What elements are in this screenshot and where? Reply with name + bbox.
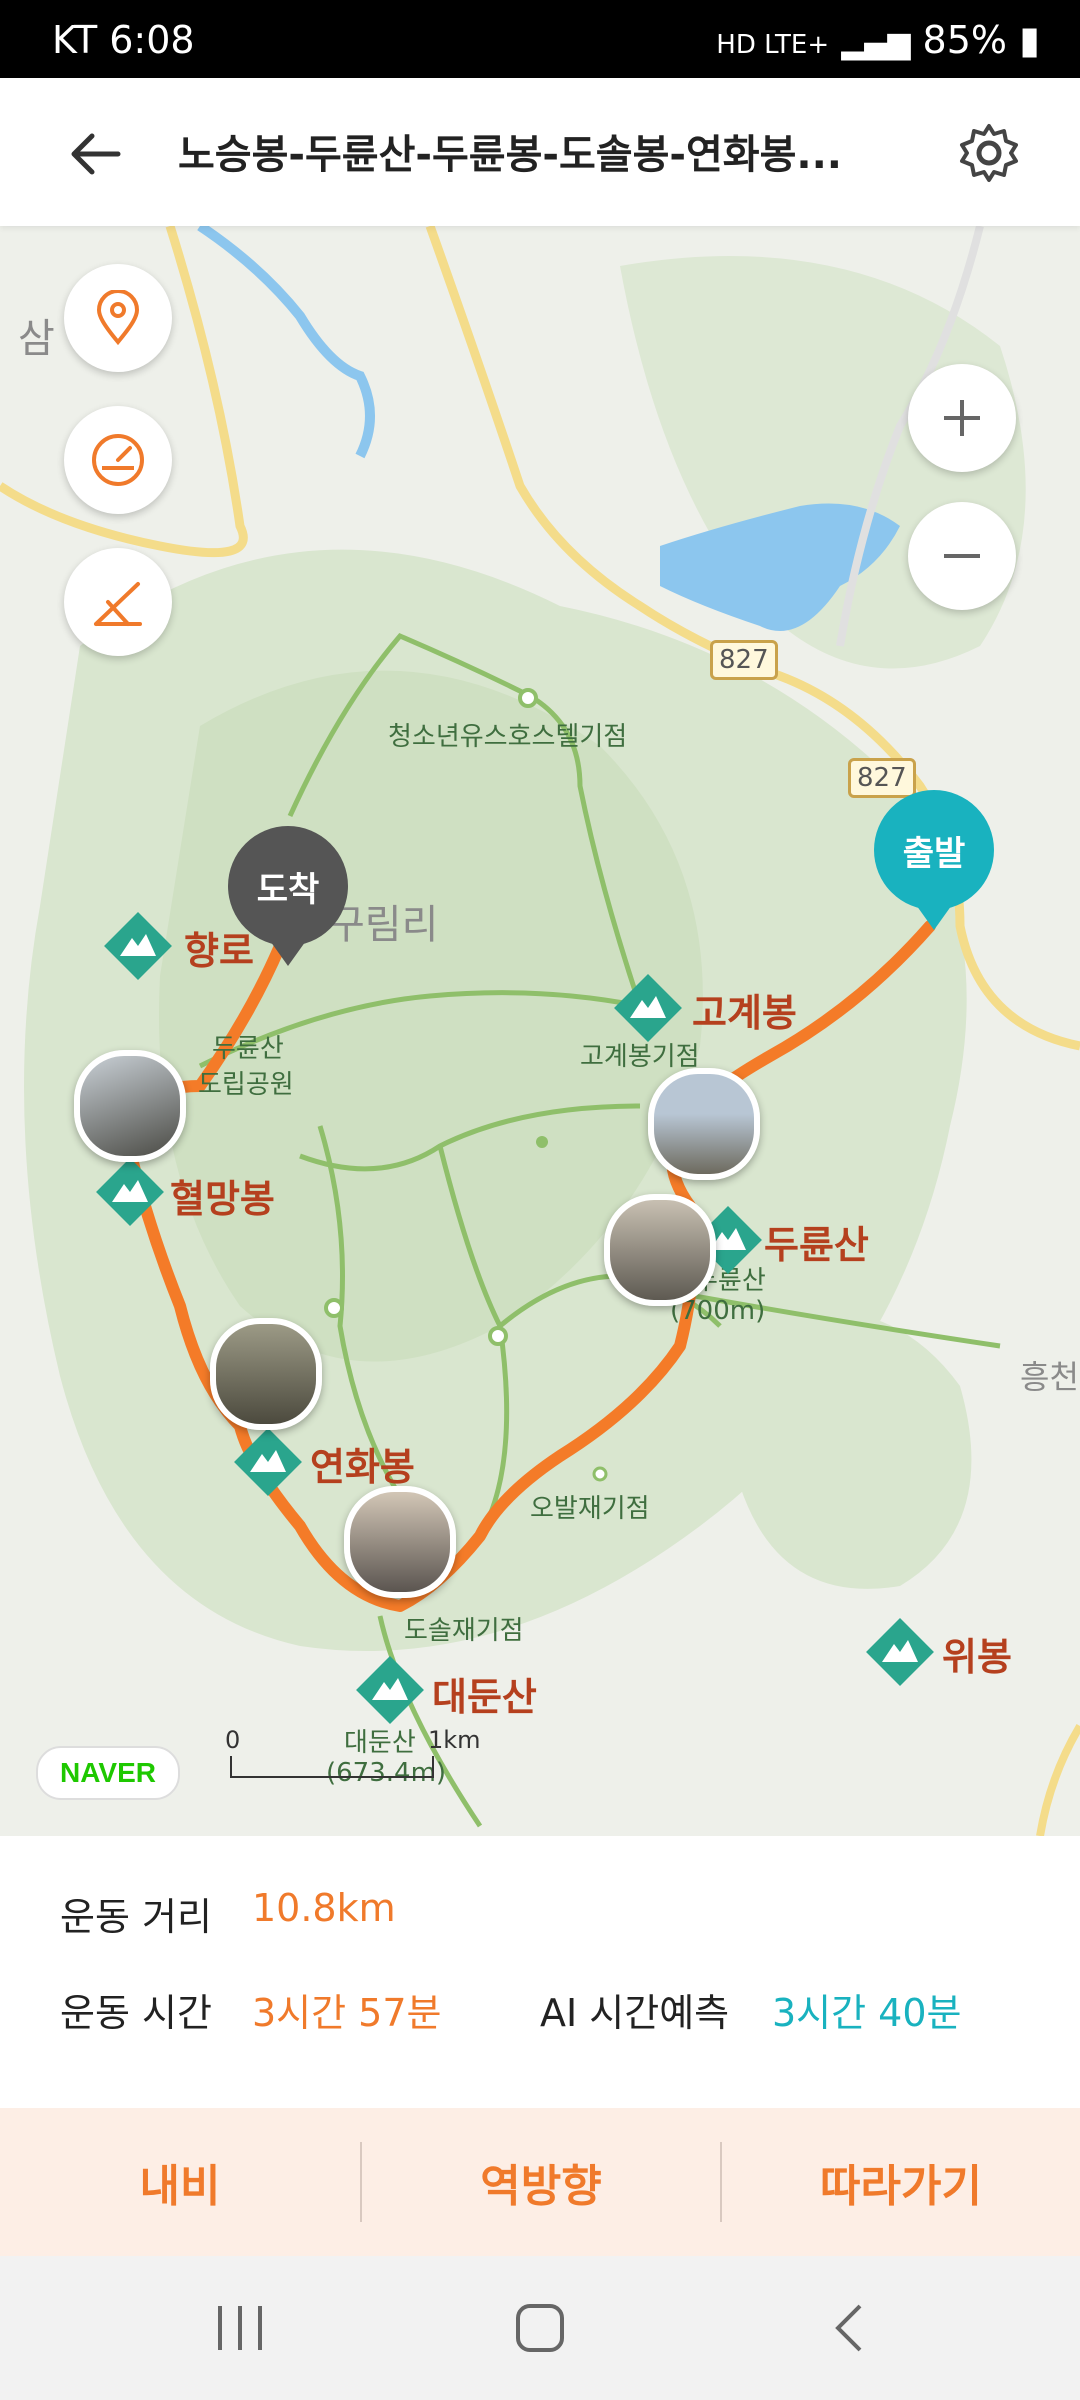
end-pin-label: 도착 (228, 826, 348, 946)
elevation-button[interactable] (64, 548, 172, 656)
start-pin[interactable]: 출발 (874, 790, 994, 932)
scale-zero: 0 (225, 1726, 241, 1754)
gear-icon[interactable] (958, 122, 1020, 184)
location-pin-icon (96, 290, 140, 346)
trail-photo-thumbnail[interactable] (604, 1194, 716, 1306)
home-icon[interactable] (510, 2300, 570, 2356)
trailhead-label: 도솔재기점 (404, 1616, 524, 1646)
back-icon[interactable] (820, 2300, 880, 2356)
app-header: 노승봉-두륜산-두륜봉-도솔봉-연화봉... (0, 78, 1080, 226)
time-label: 운동 시간 (60, 1991, 212, 2035)
park-label: 도립공원 (198, 1070, 294, 1100)
speedometer-icon (92, 434, 144, 486)
network-indicator: HD LTE+ (716, 30, 830, 60)
end-pin[interactable]: 도착 (228, 826, 348, 968)
battery-icon: ▮ (1019, 18, 1040, 62)
zoom-in-button[interactable] (908, 364, 1016, 472)
ai-estimate-label: AI 시간예측 (540, 1991, 730, 2035)
battery-text: 85% (922, 18, 1007, 62)
peak-sublabel: 대둔산 (344, 1728, 416, 1758)
pin-tail-icon (268, 938, 308, 966)
park-label: 두륜산 (212, 1034, 284, 1064)
peak-label-hyeolmang[interactable]: 혈망봉 (170, 1168, 275, 1223)
carrier-time: KT 6:08 (52, 18, 195, 62)
trail-photo-thumbnail[interactable] (344, 1486, 456, 1598)
my-location-button[interactable] (64, 264, 172, 372)
follow-button[interactable]: 따라가기 (721, 2108, 1080, 2256)
navigate-button[interactable]: 내비 (0, 2108, 360, 2256)
mountain-icon[interactable] (232, 1426, 304, 1498)
mountain-icon[interactable] (864, 1616, 936, 1688)
status-bar: KT 6:08 HD LTE+ ▂▄▆ 85% ▮ (0, 0, 1080, 78)
reverse-button[interactable]: 역방향 (361, 2108, 721, 2256)
start-pin-label: 출발 (874, 790, 994, 910)
region-label: 흥천 (1020, 1358, 1079, 1396)
trail-photo-thumbnail[interactable] (210, 1318, 322, 1430)
time-value: 3시간 57분 (252, 1991, 442, 2035)
peak-label-duryun[interactable]: 두륜산 (764, 1214, 869, 1269)
status-right: HD LTE+ ▂▄▆ 85% ▮ (716, 18, 1040, 62)
trailhead-label: 오발재기점 (530, 1494, 650, 1524)
mountain-icon[interactable] (102, 910, 174, 982)
signal-icon: ▂▄▆ (841, 26, 911, 61)
distance-label: 운동 거리 (60, 1895, 212, 1939)
elevation-icon (94, 582, 142, 626)
page-title: 노승봉-두륜산-두륜봉-도솔봉-연화봉... (178, 132, 842, 178)
recent-apps-icon[interactable] (210, 2300, 270, 2356)
zoom-out-button[interactable] (908, 502, 1016, 610)
scale-bar (230, 1756, 434, 1778)
scale-unit: 1km (428, 1726, 481, 1754)
trail-photo-thumbnail[interactable] (74, 1050, 186, 1162)
ai-estimate-value: 3시간 40분 (772, 1991, 962, 2035)
system-nav-bar (0, 2256, 1080, 2400)
peak-label-wibong[interactable]: 위봉 (942, 1626, 1012, 1681)
mountain-icon[interactable] (94, 1156, 166, 1228)
peak-label-gogye[interactable]: 고계봉 (692, 982, 797, 1037)
mountain-icon[interactable] (354, 1654, 426, 1726)
peak-label-daedun[interactable]: 대둔산 (432, 1666, 537, 1721)
naver-logo: NAVER (36, 1746, 180, 1800)
distance-value: 10.8km (252, 1886, 396, 1930)
trailhead-label: 청소년유스호스텔기점 (388, 722, 628, 752)
mountain-icon[interactable] (612, 972, 684, 1044)
action-bar: 내비 역방향 따라가기 (0, 2108, 1080, 2256)
trail-photo-thumbnail[interactable] (648, 1068, 760, 1180)
town-label: 삼 (18, 316, 55, 362)
pin-tail-icon (914, 902, 954, 930)
speed-button[interactable] (64, 406, 172, 514)
peak-label-yeonhwa[interactable]: 연화봉 (310, 1436, 415, 1491)
back-arrow-icon[interactable] (66, 124, 126, 184)
stats-panel: 운동 거리 10.8km 운동 시간 3시간 57분 AI 시간예측 3시간 4… (0, 1836, 1080, 2108)
minus-icon (944, 554, 980, 558)
trail-map[interactable]: 삼 구림리 827 827 청소년유스호스텔기점 고계봉기점 두륜산 도립공원 … (0, 226, 1080, 1836)
plus-icon (944, 400, 980, 436)
route-number-badge: 827 (710, 640, 778, 680)
